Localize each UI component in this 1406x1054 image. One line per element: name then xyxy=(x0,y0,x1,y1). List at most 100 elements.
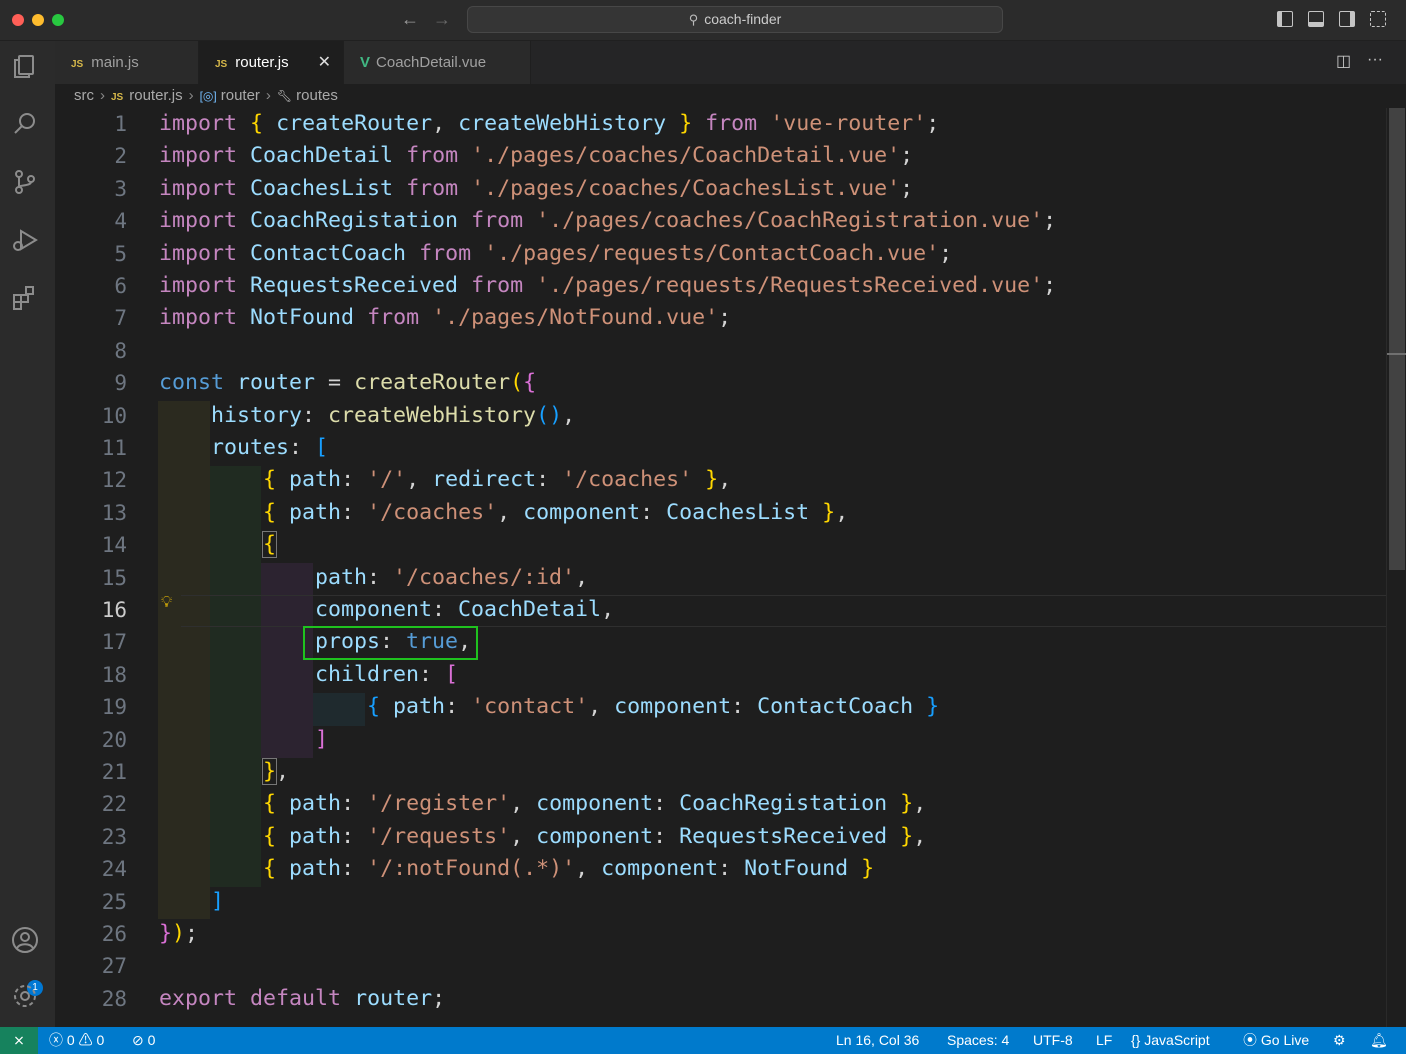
code-line: { path: '/:notFound(.*)', component: Not… xyxy=(263,856,875,882)
line-number: 6 xyxy=(114,274,127,298)
encoding-status[interactable]: UTF-8 xyxy=(1033,1027,1073,1054)
status-bar: ⨯ ⓧ 0 ⚠ 0 ⊘ 0 Ln 16, Col 36 Spaces: 4 UT… xyxy=(0,1027,1406,1054)
manage-gear-icon[interactable] xyxy=(10,981,44,1015)
close-tab-icon[interactable]: ✕ xyxy=(318,41,331,84)
line-number: 5 xyxy=(114,241,127,266)
editor-tab-bar: JS main.js JS router.js ✕ V CoachDetail.vue xyxy=(55,41,1406,84)
source-control-icon[interactable] xyxy=(10,167,44,201)
extensions-icon[interactable] xyxy=(10,283,44,317)
code-line: import NotFound from './pages/NotFound.v… xyxy=(159,305,732,331)
toggle-panel-icon[interactable] xyxy=(1308,11,1324,27)
code-line: import { createRouter, createWebHistory … xyxy=(159,111,940,136)
code-line: { path: '/register', component: CoachReg… xyxy=(263,791,927,817)
code-line: }, xyxy=(262,758,290,785)
editor-scrollbar[interactable] xyxy=(1386,108,1406,1027)
more-actions-icon[interactable]: ··· xyxy=(1367,51,1383,69)
code-line: routes: [ xyxy=(211,435,329,460)
line-number: 14 xyxy=(101,533,127,558)
code-line: path: '/coaches/:id', xyxy=(315,564,589,590)
eol-status[interactable]: LF xyxy=(1096,1027,1112,1054)
customize-layout-icon[interactable] xyxy=(1370,11,1386,27)
js-file-icon: JS xyxy=(71,59,84,70)
code-line: { path: '/requests', component: Requests… xyxy=(263,823,927,849)
line-number: 24 xyxy=(101,857,127,882)
line-number: 20 xyxy=(101,727,127,752)
go-live-button[interactable]: ⦿ Go Live xyxy=(1243,1027,1309,1054)
line-number: 17 xyxy=(101,630,127,655)
title-bar: ← → ⚲ coach-finder xyxy=(0,0,1406,41)
code-line: import RequestsReceived from './pages/re… xyxy=(159,273,1057,298)
cursor-position[interactable]: Ln 16, Col 36 xyxy=(836,1027,919,1054)
minimize-window-button[interactable] xyxy=(32,14,44,26)
breadcrumb-symbol-routes[interactable]: routes xyxy=(296,87,338,104)
code-line: children: [ xyxy=(315,661,459,687)
feedback-icon[interactable]: ⚙ xyxy=(1333,1027,1346,1054)
line-number: 18 xyxy=(101,662,127,687)
search-view-icon[interactable] xyxy=(10,109,44,143)
split-editor-icon[interactable]: ◫ xyxy=(1336,51,1351,71)
maximize-window-button[interactable] xyxy=(52,14,64,26)
command-center-search[interactable]: ⚲ coach-finder xyxy=(467,6,1003,33)
breadcrumb-folder[interactable]: src xyxy=(74,87,94,104)
run-debug-icon[interactable] xyxy=(10,225,44,259)
window-title: coach-finder xyxy=(704,11,782,27)
line-number: 3 xyxy=(114,176,127,201)
line-number: 4 xyxy=(114,209,127,234)
remote-indicator-icon[interactable]: ⨯ xyxy=(0,1027,38,1054)
line-number: 27 xyxy=(101,954,127,979)
variable-symbol-icon: [◎] xyxy=(199,89,217,103)
code-line: ] xyxy=(211,888,225,914)
notifications-bell-icon[interactable]: 🔔︎ xyxy=(1370,1027,1388,1054)
close-window-button[interactable] xyxy=(12,14,24,26)
language-mode[interactable]: {} JavaScript xyxy=(1131,1027,1210,1054)
scrollbar-thumb[interactable] xyxy=(1389,108,1405,570)
problems-status[interactable]: ⓧ 0 ⚠ 0 xyxy=(49,1027,104,1054)
code-line: import CoachRegistation from './pages/co… xyxy=(159,208,1057,234)
js-file-icon: JS xyxy=(111,92,124,103)
line-number: 10 xyxy=(101,403,127,428)
property-symbol-icon: 🔧︎ xyxy=(276,89,293,103)
breadcrumb-symbol-router[interactable]: router xyxy=(221,87,260,104)
back-arrow-icon[interactable]: ← xyxy=(401,9,419,30)
indentation-status[interactable]: Spaces: 4 xyxy=(947,1027,1009,1054)
tab-router-js[interactable]: JS router.js ✕ xyxy=(199,41,344,84)
forward-arrow-icon[interactable]: → xyxy=(433,9,451,30)
code-line: ] xyxy=(315,726,329,752)
tab-coachdetail-vue[interactable]: V CoachDetail.vue xyxy=(344,41,531,84)
code-line: import CoachesList from './pages/coaches… xyxy=(159,175,914,201)
line-number: 12 xyxy=(101,468,127,493)
tab-main-js[interactable]: JS main.js xyxy=(55,41,199,84)
line-number: 7 xyxy=(114,306,127,331)
accounts-icon[interactable] xyxy=(10,925,44,959)
scrollbar-cursor-marker xyxy=(1387,353,1406,355)
code-line: { path: 'contact', component: ContactCoa… xyxy=(367,694,940,720)
toggle-secondary-sidebar-icon[interactable] xyxy=(1339,11,1355,27)
line-number: 2 xyxy=(114,144,127,169)
line-number: 16 xyxy=(101,598,127,622)
line-number: 11 xyxy=(101,436,127,460)
code-line: { path: '/coaches', component: CoachesLi… xyxy=(263,499,849,525)
breadcrumb-file[interactable]: router.js xyxy=(129,87,182,104)
line-number: 26 xyxy=(101,922,127,946)
lightbulb-icon[interactable]: 💡︎ xyxy=(161,594,172,612)
code-line: const router = createRouter({ xyxy=(159,370,537,396)
line-number: 25 xyxy=(101,889,127,914)
activity-bar: 1 xyxy=(0,41,55,1027)
code-line: import CoachDetail from './pages/coaches… xyxy=(159,143,914,169)
code-line: { xyxy=(262,531,278,559)
line-number: 15 xyxy=(101,565,127,590)
breadcrumb: src › JS router.js › [◎] router › 🔧︎ routes xyxy=(74,87,338,104)
ports-status[interactable]: ⊘ 0 xyxy=(132,1027,155,1054)
explorer-icon[interactable] xyxy=(10,51,44,85)
code-line: { path: '/', redirect: '/coaches' }, xyxy=(263,467,732,493)
line-number: 22 xyxy=(101,792,127,817)
line-number: 1 xyxy=(114,112,127,136)
line-number: 19 xyxy=(101,695,127,720)
toggle-primary-sidebar-icon[interactable] xyxy=(1277,11,1293,27)
line-number: 13 xyxy=(101,500,127,525)
code-editor[interactable]: 1 import { createRouter, createWebHistory… xyxy=(55,108,1386,1027)
vue-file-icon: V xyxy=(360,54,371,71)
code-line: export default router; xyxy=(159,985,446,1011)
line-number: 8 xyxy=(114,338,127,363)
js-file-icon: JS xyxy=(215,59,228,70)
